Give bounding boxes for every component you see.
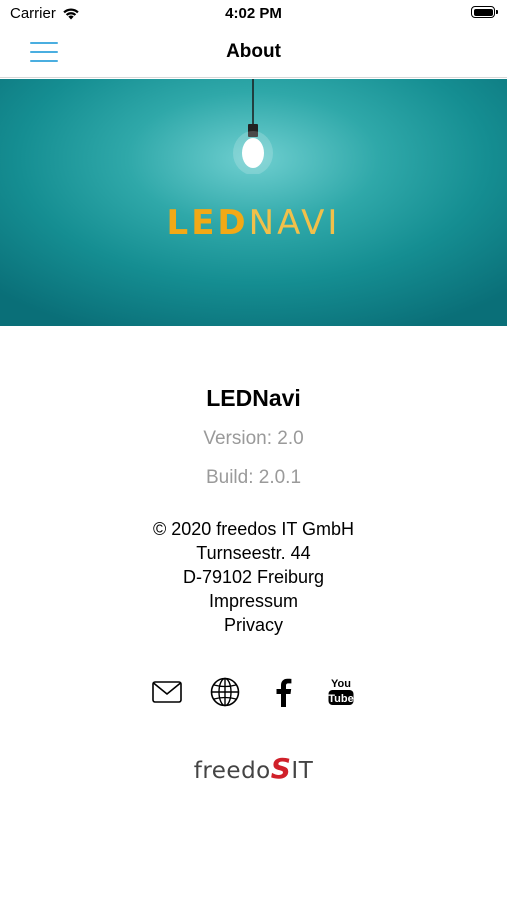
- globe-icon[interactable]: [209, 676, 241, 708]
- logo-navi-text: NAVI: [248, 203, 341, 243]
- impressum-link[interactable]: Impressum: [0, 589, 507, 613]
- navigation-bar: About: [0, 28, 507, 78]
- svg-text:You: You: [331, 678, 351, 690]
- lednavi-logo: LEDNAVI: [0, 203, 507, 243]
- copyright-text: © 2020 freedos IT GmbH: [152, 519, 355, 539]
- light-bulb-icon: [233, 79, 273, 174]
- footer-logo-text-2: IT: [291, 758, 314, 784]
- battery-icon: [471, 6, 498, 18]
- social-icons: You Tube: [0, 676, 507, 708]
- mail-icon[interactable]: [151, 676, 183, 708]
- footer-logo-s: S: [270, 752, 292, 785]
- footer-logo-text-1: freedo: [193, 758, 271, 784]
- page-title: About: [226, 41, 281, 62]
- status-time: 4:02 PM: [225, 5, 282, 22]
- freedos-it-logo: freedoSIT: [0, 752, 507, 785]
- app-name: LEDNavi: [206, 385, 301, 411]
- logo-led-text: LED: [166, 203, 249, 243]
- status-bar: Carrier 4:02 PM: [0, 0, 507, 28]
- street-text: Turnseestr. 44: [196, 543, 311, 563]
- privacy-link[interactable]: Privacy: [0, 613, 507, 637]
- hero-banner: LEDNAVI: [0, 79, 507, 326]
- app-build: Build: 2.0.1: [205, 467, 302, 488]
- youtube-icon[interactable]: You Tube: [325, 676, 357, 708]
- svg-text:Tube: Tube: [328, 693, 353, 705]
- facebook-icon[interactable]: [267, 676, 299, 708]
- app-version: Version: 2.0: [203, 428, 304, 449]
- city-text: D-79102 Freiburg: [182, 567, 325, 587]
- company-address: © 2020 freedos IT GmbH Turnseestr. 44 D-…: [0, 517, 507, 637]
